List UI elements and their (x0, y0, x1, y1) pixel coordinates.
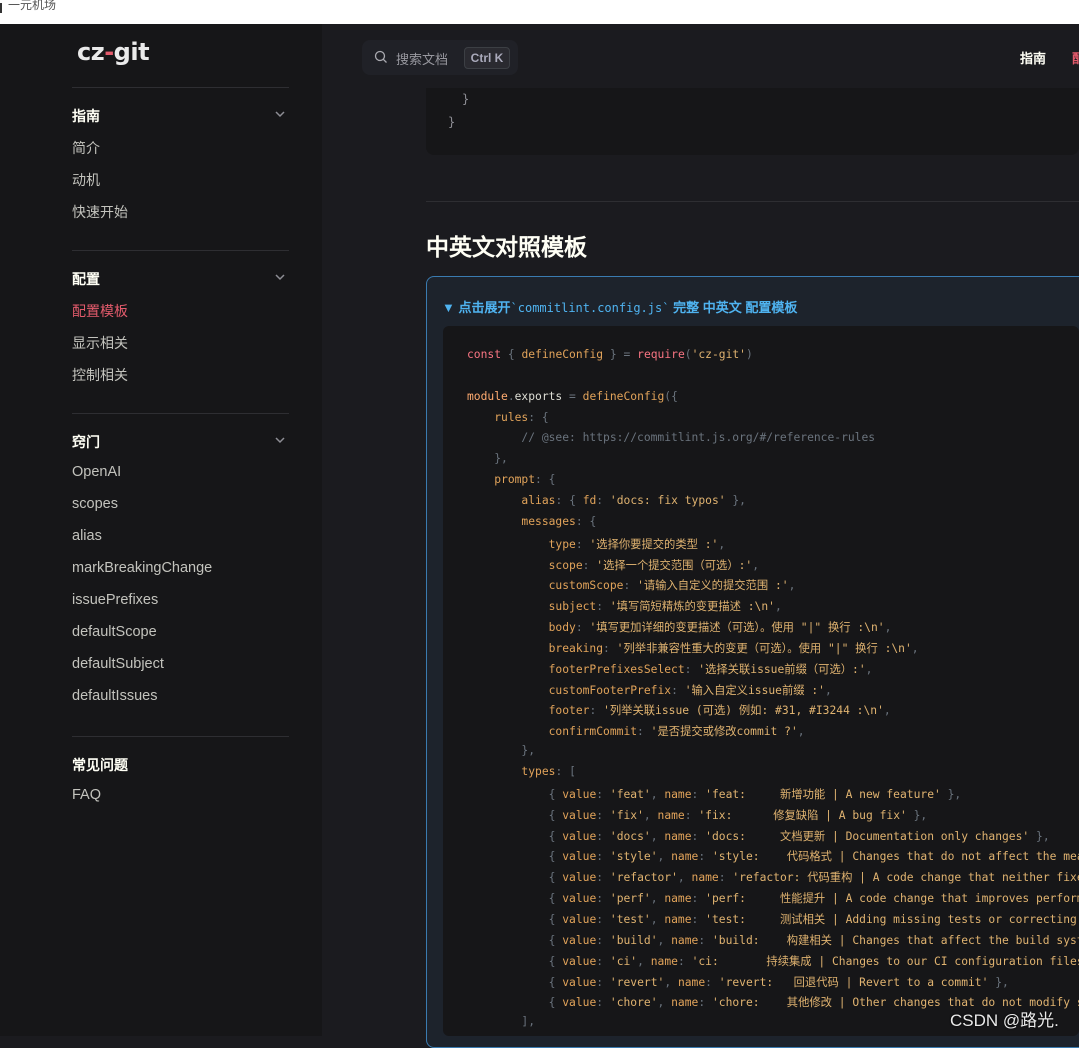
code-line: breaking: '列举非兼容性重大的变更（可选）。使用 "|" 换行 :\n… (548, 641, 919, 655)
search-shortcut-key: Ctrl K (464, 47, 510, 69)
code-line: messages: { (521, 514, 597, 528)
code-line: const { defineConfig } = require('cz-git… (467, 348, 753, 361)
code-line: { value: 'refactor', name: 'refactor: 代码… (548, 871, 1079, 885)
logo-text: cz-git (77, 38, 150, 66)
code-line: // @see: https://commitlint.js.org/#/ref… (467, 431, 876, 445)
sidebar-item-quickstart[interactable]: 快速开始 (72, 202, 128, 222)
code-line: { value: 'revert', name: 'revert: 回退代码 |… (548, 975, 1009, 989)
sidebar-item-openai[interactable]: OpenAI (72, 464, 121, 480)
code-line: { value: 'perf', name: 'perf: 性能提升 | A c… (548, 892, 1079, 906)
sidebar-item-faq[interactable]: FAQ (72, 787, 101, 803)
chevron-down-icon[interactable] (274, 108, 286, 120)
chevron-down-icon[interactable] (274, 271, 286, 283)
section-heading: 中英文对照模板 (426, 234, 587, 260)
code-line: { value: 'feat', name: 'feat: 新增功能 | A n… (548, 787, 962, 801)
code-line: }, (521, 744, 536, 758)
code-line: } (448, 115, 456, 129)
sidebar-group-guide[interactable]: 指南 (72, 106, 100, 126)
code-line: rules: { (494, 410, 549, 424)
code-line: { value: 'test', name: 'test: 测试相关 | Add… (548, 912, 1077, 926)
code-line: { value: 'build', name: 'build: 构建相关 | C… (548, 933, 1079, 947)
code-line: { value: 'style', name: 'style: 代码格式 | C… (548, 850, 1079, 864)
code-line: body: '填写更加详细的变更描述（可选）。使用 "|" 换行 :\n', (548, 621, 892, 635)
code-line: { value: 'docs', name: 'docs: 文档更新 | Doc… (548, 829, 1050, 843)
code-line: type: '选择你要提交的类型 :', (548, 537, 726, 551)
code-line: customFooterPrefix: '输入自定义issue前缀 :', (548, 683, 832, 697)
section-divider (426, 201, 1079, 202)
code-line: footer: '列举关联issue (可选) 例如: #31, #I3244 … (548, 704, 891, 718)
expand-arrow-icon: ▼ (442, 300, 455, 315)
sidebar-divider (72, 413, 289, 414)
search-icon (374, 50, 387, 63)
sidebar-divider (72, 736, 289, 737)
code-line: alias: { fd: 'docs: fix typos' }, (521, 493, 746, 507)
code-line: subject: '填写简短精炼的变更描述 :\n', (548, 600, 782, 614)
sidebar-group-config[interactable]: 配置 (72, 269, 100, 289)
summary-suffix: 完整 中英文 配置模板 (673, 300, 798, 315)
sidebar-item-markbreakingchange[interactable]: markBreakingChange (72, 560, 212, 576)
chevron-down-icon[interactable] (274, 434, 286, 446)
watermark: CSDN @路光. (950, 1011, 1059, 1030)
code-line: types: [ (521, 765, 576, 778)
site-logo[interactable]: cz-git (77, 38, 167, 72)
code-line: prompt: { (494, 473, 556, 487)
code-line: }, (494, 452, 508, 466)
code-line: ], (521, 1015, 536, 1029)
summary-prefix: 点击展开 (458, 300, 511, 315)
code-line: { value: 'fix', name: 'fix: 修复缺陷 | A bug… (548, 808, 928, 822)
sidebar-item-control[interactable]: 控制相关 (72, 365, 128, 385)
sidebar-item-alias[interactable]: alias (72, 528, 102, 544)
sidebar-item-issueprefixes[interactable]: issuePrefixes (72, 592, 158, 608)
details-summary-toggle[interactable]: ▼ 点击展开`commitlint.config.js` 完整 中英文 配置模板 (442, 297, 797, 316)
window-title-bar: 一元机场 (0, 0, 1079, 24)
sidebar-group-tips[interactable]: 窍门 (72, 432, 100, 452)
nav-link-config[interactable]: 配 (1072, 48, 1079, 67)
sidebar-item-intro[interactable]: 简介 (72, 138, 100, 158)
sidebar-group-faq[interactable]: 常见问题 (72, 755, 128, 775)
search-button[interactable]: 搜索文档 Ctrl K (362, 40, 518, 75)
window-icon (0, 3, 2, 13)
sidebar-divider (72, 250, 289, 251)
logo-part-cz: cz (77, 38, 105, 66)
search-placeholder: 搜索文档 (396, 52, 449, 67)
window-title: 一元机场 (8, 0, 57, 12)
sidebar-item-defaultsubject[interactable]: defaultSubject (72, 656, 164, 672)
sidebar: cz-git (0, 24, 322, 1036)
code-block-previous: } } (426, 88, 1079, 155)
sidebar-item-defaultissues[interactable]: defaultIssues (72, 688, 157, 704)
logo-part-dash: - (104, 38, 114, 66)
logo-part-git: git (113, 38, 150, 66)
sidebar-divider (72, 87, 289, 88)
sidebar-item-defaultscope[interactable]: defaultScope (72, 624, 157, 640)
nav-link-guide[interactable]: 指南 (1020, 48, 1046, 67)
sidebar-item-config-template[interactable]: 配置模板 (72, 301, 128, 321)
code-line: { value: 'ci', name: 'ci: 持续集成 | Changes… (548, 954, 1079, 968)
code-line: footerPrefixesSelect: '选择关联issue前缀（可选）:'… (548, 662, 873, 676)
code-line: module.exports = defineConfig({ (467, 389, 678, 403)
code-line: scope: '选择一个提交范围（可选）:', (548, 558, 760, 572)
code-line: customScope: '请输入自定义的提交范围 :', (548, 579, 796, 593)
code-line: confirmCommit: '是否提交或修改commit ?', (548, 725, 805, 739)
sidebar-item-scopes[interactable]: scopes (72, 496, 118, 512)
sidebar-item-motivation[interactable]: 动机 (72, 170, 100, 190)
summary-code: `commitlint.config.js` (510, 301, 670, 315)
code-line: } (462, 92, 470, 106)
sidebar-item-display[interactable]: 显示相关 (72, 333, 128, 353)
